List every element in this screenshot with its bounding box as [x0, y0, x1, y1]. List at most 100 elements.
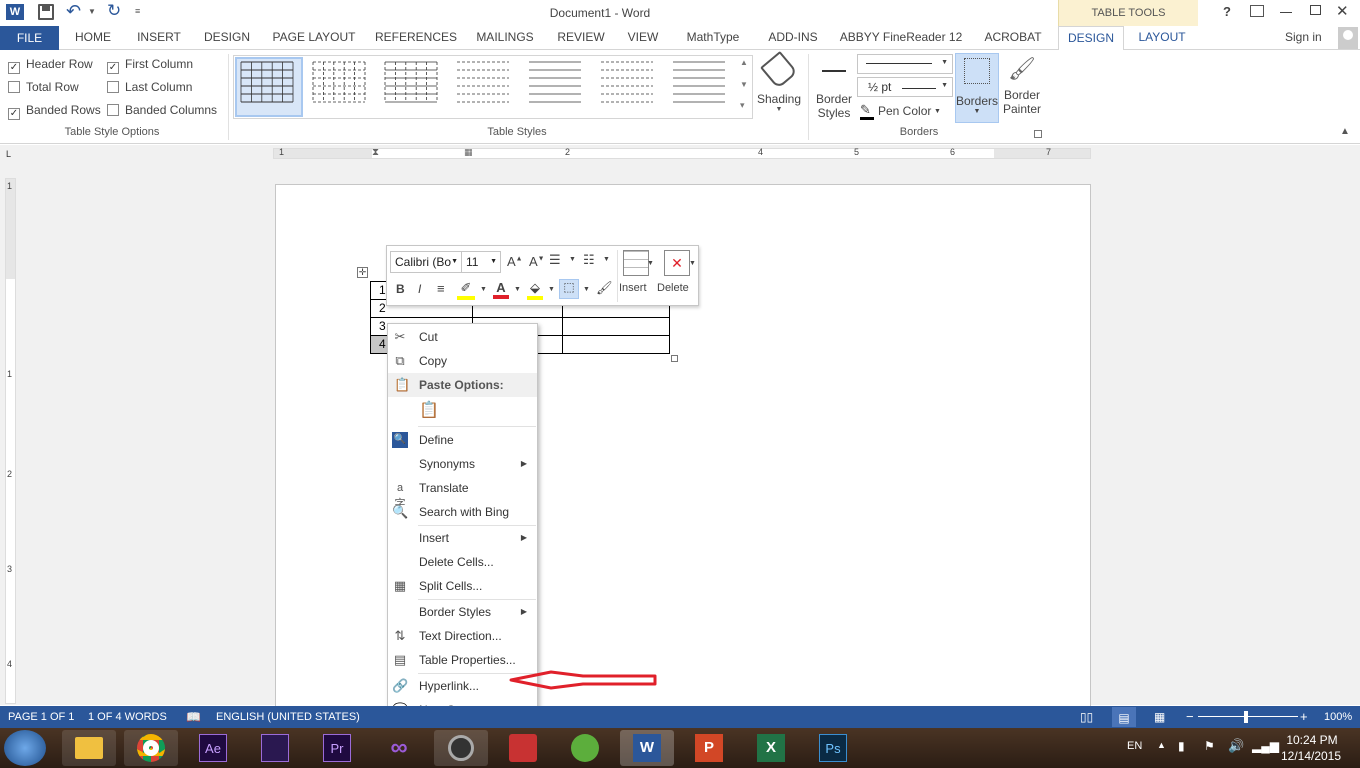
menu-item-synonyms[interactable]: Synonyms ▶ [388, 452, 537, 476]
taskbar-visual-studio[interactable]: ∞ [372, 730, 426, 766]
table-style-thumbnail[interactable] [310, 58, 368, 108]
grow-font-icon[interactable]: A▲ [507, 254, 523, 269]
volume-icon[interactable]: 🔊 [1228, 738, 1244, 754]
close-icon[interactable]: ✕ [1336, 2, 1349, 20]
tab-mathtype[interactable]: MathType [678, 26, 748, 50]
shading-dropdown-icon[interactable]: ▼ [548, 286, 555, 293]
borders-icon[interactable]: ⬚ [559, 279, 579, 299]
tab-insert[interactable]: INSERT [132, 26, 186, 50]
table-resize-handle-icon[interactable] [671, 355, 678, 362]
taskbar-word[interactable]: W [620, 730, 674, 766]
total-row-checkbox[interactable]: Total Row [8, 80, 79, 94]
header-row-checkbox[interactable]: ✓ Header Row [8, 57, 93, 74]
tab-references[interactable]: REFERENCES [375, 26, 457, 50]
battery-icon[interactable]: ▮ [1178, 739, 1185, 753]
shading-button[interactable]: Shading ▼ [756, 50, 802, 120]
horizontal-ruler[interactable]: 1 2 4 5 6 7 ⧗ ▦ [273, 147, 1091, 159]
paste-keep-formatting-icon[interactable]: 📋 [418, 400, 440, 422]
read-mode-icon[interactable]: ▯▯ [1080, 706, 1093, 728]
tab-selector-icon[interactable]: L [6, 149, 16, 159]
borders-dropdown-icon[interactable]: ▼ [583, 286, 590, 293]
redo-icon[interactable]: ↻ [107, 1, 121, 21]
menu-item-define[interactable]: 🔍 Define [388, 428, 537, 452]
insert-table-button[interactable] [623, 250, 649, 276]
gallery-more-icon[interactable]: ▾ [740, 100, 745, 111]
banded-columns-checkbox[interactable]: Banded Columns [107, 103, 217, 117]
proofing-icon[interactable]: 📖 [186, 706, 201, 728]
font-color-icon[interactable]: A [493, 280, 509, 299]
undo-dropdown-icon[interactable]: ▼ [88, 7, 96, 16]
highlight-icon[interactable]: ✐ [457, 280, 475, 300]
line-style-dropdown[interactable]: ▼ [857, 54, 953, 74]
sign-in-link[interactable]: Sign in [1285, 26, 1337, 50]
insert-dropdown-icon[interactable]: ▼ [647, 260, 654, 267]
tab-view[interactable]: VIEW [622, 26, 664, 50]
menu-item-cut[interactable]: ✂ Cut [388, 325, 537, 349]
tab-page-layout[interactable]: PAGE LAYOUT [268, 26, 360, 50]
menu-item-text-direction[interactable]: ⇅ Text Direction... [388, 624, 537, 648]
menu-item-translate[interactable]: a字 Translate [388, 476, 537, 510]
bold-button[interactable]: B [396, 282, 405, 296]
table-style-thumbnail[interactable] [238, 58, 296, 108]
menu-item-insert[interactable]: Insert ▶ [388, 526, 537, 550]
taskbar-app-red[interactable] [496, 730, 550, 766]
numbering-dropdown-icon[interactable]: ▼ [603, 256, 610, 263]
center-align-icon[interactable]: ≡ [437, 281, 445, 296]
banded-rows-checkbox[interactable]: ✓ Banded Rows [8, 103, 101, 120]
network-warning-icon[interactable]: ⚑ [1204, 739, 1215, 753]
taskbar-premiere-clip[interactable] [248, 730, 302, 766]
font-color-dropdown-icon[interactable]: ▼ [514, 286, 521, 293]
page-count[interactable]: PAGE 1 OF 1 [8, 706, 74, 728]
font-name-dropdown[interactable]: Calibri (Bo ▼ [390, 251, 462, 273]
tab-design[interactable]: DESIGN [200, 26, 254, 50]
line-weight-dropdown[interactable]: ½ pt ▼ [857, 77, 953, 97]
taskbar-powerpoint[interactable]: P [682, 730, 736, 766]
tab-file[interactable]: FILE [0, 26, 59, 50]
column-marker-icon[interactable]: ▦ [464, 147, 473, 158]
numbering-icon[interactable]: ☷ [583, 252, 595, 268]
gallery-up-icon[interactable]: ▲ [740, 58, 748, 67]
language-status[interactable]: ENGLISH (UNITED STATES) [216, 706, 360, 728]
font-size-dropdown[interactable]: 11 ▼ [461, 251, 501, 273]
tab-table-design[interactable]: DESIGN [1058, 26, 1124, 51]
table-cell[interactable] [562, 317, 670, 336]
menu-item-search-bing[interactable]: 🔍 Search with Bing [388, 500, 537, 524]
first-column-checkbox[interactable]: ✓ First Column [107, 57, 193, 74]
menu-item-split-cells[interactable]: ▦ Split Cells... [388, 574, 537, 598]
table-style-thumbnail[interactable] [526, 58, 584, 108]
table-move-handle-icon[interactable]: ✛ [357, 267, 368, 278]
tab-table-layout[interactable]: LAYOUT [1128, 26, 1196, 50]
taskbar-camera[interactable] [434, 730, 488, 766]
pen-color-button[interactable]: ✎ Pen Color ▼ [858, 102, 954, 122]
border-painter-button[interactable]: 🖌 Border Painter [1000, 54, 1044, 124]
tab-abbyy[interactable]: ABBYY FineReader 12 [838, 26, 964, 50]
tab-mailings[interactable]: MAILINGS [472, 26, 538, 50]
zoom-in-icon[interactable]: + [1300, 706, 1308, 728]
table-style-thumbnail[interactable] [382, 58, 440, 108]
tab-review[interactable]: REVIEW [553, 26, 609, 50]
menu-item-delete-cells[interactable]: Delete Cells... [388, 550, 537, 574]
shrink-font-icon[interactable]: A▼ [529, 254, 545, 269]
zoom-slider-thumb[interactable] [1244, 711, 1248, 723]
clock-time[interactable]: 10:24 PM [1282, 733, 1342, 747]
word-logo-icon[interactable]: W [6, 4, 24, 20]
gallery-down-icon[interactable]: ▼ [740, 80, 748, 89]
borders-dialog-launcher-icon[interactable] [1034, 130, 1042, 138]
undo-icon[interactable]: ↶ [66, 1, 81, 22]
clock-date[interactable]: 12/14/2015 [1278, 749, 1344, 763]
help-icon[interactable]: ? [1223, 4, 1231, 19]
start-button[interactable] [4, 730, 46, 766]
bullets-icon[interactable]: ☰ [549, 252, 561, 268]
collapse-ribbon-icon[interactable]: ▲ [1340, 126, 1350, 137]
vertical-ruler[interactable]: 1 1 2 3 4 [5, 178, 16, 704]
signal-icon[interactable]: ▂▄▆ [1252, 739, 1279, 753]
minimize-icon[interactable] [1280, 12, 1292, 13]
show-hidden-icons-icon[interactable]: ▲ [1157, 740, 1166, 750]
avatar[interactable] [1338, 27, 1358, 49]
taskbar-camtasia[interactable] [558, 730, 612, 766]
taskbar-excel[interactable]: X [744, 730, 798, 766]
customize-qat-icon[interactable]: ≡ [135, 6, 140, 16]
tab-home[interactable]: HOME [68, 26, 118, 50]
italic-button[interactable]: I [418, 282, 421, 296]
format-painter-icon[interactable]: 🖌 [596, 280, 613, 296]
